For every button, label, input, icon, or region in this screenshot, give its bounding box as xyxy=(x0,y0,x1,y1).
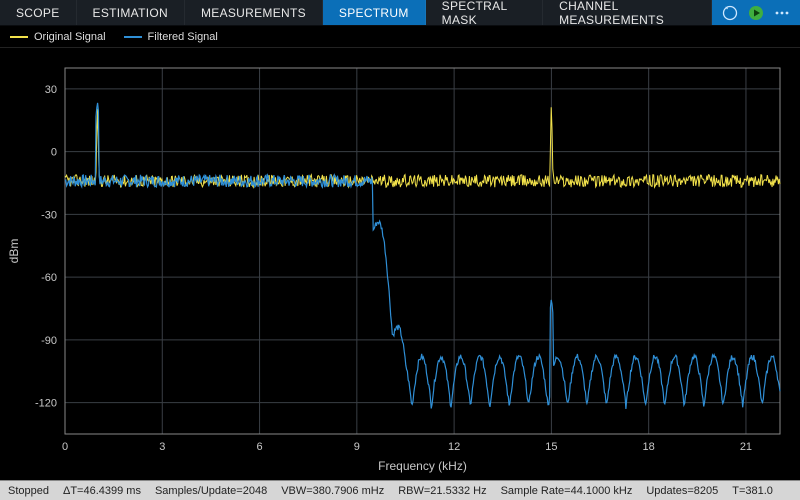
status-bar: Stopped ΔT=46.4399 ms Samples/Update=204… xyxy=(0,480,800,500)
tab-measurements[interactable]: MEASUREMENTS xyxy=(185,0,323,25)
status-upd: Updates=8205 xyxy=(646,485,718,497)
status-spu: Samples/Update=2048 xyxy=(155,485,267,497)
svg-text:-60: -60 xyxy=(41,272,57,284)
more-icon[interactable] xyxy=(772,3,792,23)
svg-text:Frequency (kHz): Frequency (kHz) xyxy=(378,459,467,473)
tab-estimation[interactable]: ESTIMATION xyxy=(77,0,185,25)
status-time: T=381.0 xyxy=(732,485,773,497)
legend: Original Signal Filtered Signal xyxy=(0,26,800,48)
svg-text:0: 0 xyxy=(62,441,68,453)
svg-text:dBm: dBm xyxy=(7,239,21,264)
spectrum-plot[interactable]: 0 3 6 9 12 15 18 21 -120 -90 -60 -30 0 30 Frequency (k… xyxy=(0,48,800,480)
svg-text:30: 30 xyxy=(45,84,57,96)
svg-text:21: 21 xyxy=(740,441,752,453)
svg-text:0: 0 xyxy=(51,147,57,159)
legend-label-filtered: Filtered Signal xyxy=(148,31,218,43)
rewind-icon[interactable] xyxy=(720,3,740,23)
svg-text:9: 9 xyxy=(354,441,360,453)
tab-channel-measurements[interactable]: CHANNEL MEASUREMENTS xyxy=(543,0,712,25)
svg-text:15: 15 xyxy=(545,441,557,453)
svg-text:-90: -90 xyxy=(41,335,57,347)
svg-text:6: 6 xyxy=(256,441,262,453)
svg-text:-120: -120 xyxy=(35,398,57,410)
legend-item-original: Original Signal xyxy=(10,31,106,43)
tab-spectrum[interactable]: SPECTRUM xyxy=(323,0,426,25)
svg-text:3: 3 xyxy=(159,441,165,453)
status-state: Stopped xyxy=(8,485,49,497)
tab-spectral-mask[interactable]: SPECTRAL MASK xyxy=(426,0,543,25)
legend-swatch-filtered xyxy=(124,36,142,38)
legend-swatch-original xyxy=(10,36,28,38)
status-vbw: VBW=380.7906 mHz xyxy=(281,485,384,497)
svg-text:-30: -30 xyxy=(41,209,57,221)
legend-item-filtered: Filtered Signal xyxy=(124,31,218,43)
status-rbw: RBW=21.5332 Hz xyxy=(398,485,486,497)
tab-scope[interactable]: SCOPE xyxy=(0,0,77,25)
status-deltat: ΔT=46.4399 ms xyxy=(63,485,141,497)
play-icon[interactable] xyxy=(746,3,766,23)
svg-text:12: 12 xyxy=(448,441,460,453)
legend-label-original: Original Signal xyxy=(34,31,106,43)
svg-text:18: 18 xyxy=(643,441,655,453)
transport-controls xyxy=(712,0,800,25)
status-sr: Sample Rate=44.1000 kHz xyxy=(501,485,633,497)
tab-bar: SCOPE ESTIMATION MEASUREMENTS SPECTRUM S… xyxy=(0,0,800,26)
